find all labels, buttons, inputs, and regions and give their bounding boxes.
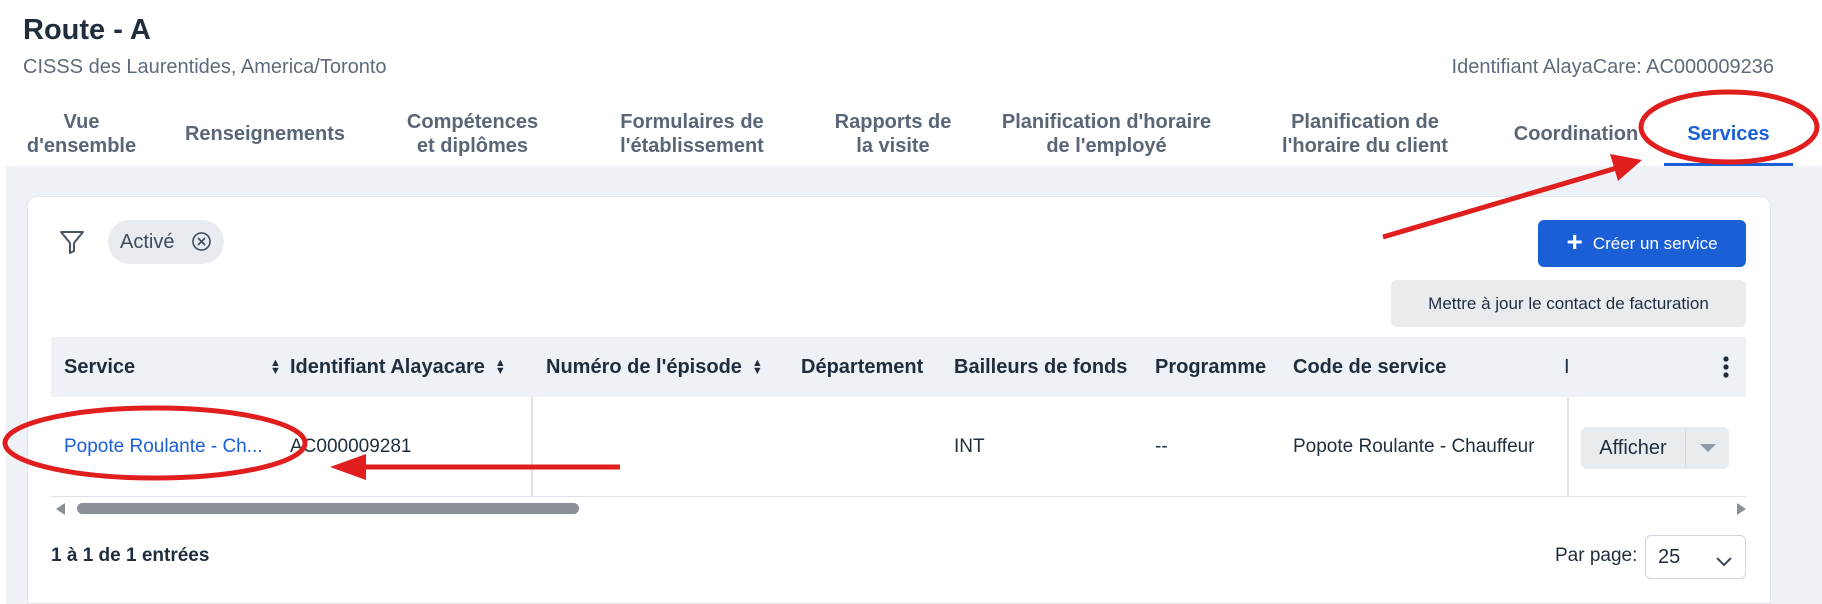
entries-count: 1 à 1 de 1 entrées [51,545,210,566]
per-page-value: 25 [1658,545,1681,568]
cell-code-service: Popote Roulante - Chauffeur [1293,436,1535,457]
tab-label: Formulaires de [620,111,764,133]
tab-bar: Vue d'ensemble Renseignements Compétences… [0,102,1822,166]
page-header: Route - A CISSS des Laurentides, America… [0,0,1822,168]
tab-planification-client[interactable]: Planification de l'horaire du client [1272,102,1458,166]
tab-label: d'ensemble [26,135,137,157]
column-header-label: Service [64,355,136,378]
create-service-label: Créer un service [1592,233,1718,253]
tab-label: l'horaire du client [1282,135,1448,157]
tab-competences[interactable]: Compétences et diplômes [385,102,560,166]
tab-overview[interactable]: Vue d'ensemble [14,102,149,166]
column-divider [531,397,533,497]
tab-label: Coordination [1513,123,1639,145]
update-billing-label: Mettre à jour le contact de facturation [1428,293,1709,313]
column-header-label: Identifiant Alayacare [290,355,485,378]
sort-icon[interactable]: ▲ ▼ [495,358,506,377]
tab-label: Renseignements [184,123,346,145]
horizontal-scrollbar[interactable] [51,498,1746,518]
column-header-identifiant[interactable]: Identifiant Alayacare ▲ ▼ [290,337,506,397]
alayacare-identifier: Identifiant AlayaCare: AC000009236 [1451,56,1774,78]
column-divider [1567,397,1569,497]
table-row: Popote Roulante - Ch... AC000009281 INT … [51,397,1746,497]
cell-identifiant: AC000009281 [290,436,412,457]
row-actions: Afficher [1581,427,1729,469]
column-header-label: Programme [1155,355,1267,378]
tab-label: l'établissement [620,135,764,157]
more-vertical-icon[interactable] [1722,355,1730,379]
tab-label: et diplômes [416,135,529,157]
tab-label: la visite [856,135,930,157]
cell-bailleurs: INT [954,436,985,457]
plus-icon: + [1566,226,1583,257]
sort-icon[interactable]: ▲ ▼ [270,358,281,377]
column-header-episode[interactable]: Numéro de l'épisode ▲ ▼ [546,337,763,397]
caret-down-icon[interactable] [1685,427,1729,469]
close-circle-icon[interactable] [191,231,212,252]
per-page-label: Par page: [1555,545,1638,566]
tab-label: Services [1687,123,1770,145]
page-subtitle: CISSS des Laurentides, America/Toronto [23,56,387,78]
sort-icon[interactable]: ▲ ▼ [752,358,763,377]
column-header-label: Code de service [1293,355,1447,378]
filter-icon[interactable] [58,228,86,256]
chevron-down-icon [1715,551,1733,574]
page-title: Route - A [23,14,151,46]
tab-label: Vue [63,111,100,133]
update-billing-contact-button[interactable]: Mettre à jour le contact de facturation [1391,280,1746,327]
scroll-left-arrow-icon[interactable] [56,503,65,515]
tab-label: Planification d'horaire [1001,111,1212,133]
tab-label: Compétences [406,111,539,133]
afficher-button[interactable]: Afficher [1581,427,1685,469]
tab-label: Rapports de [834,111,952,133]
tab-services[interactable]: Services [1664,102,1793,166]
column-header-bailleurs: Bailleurs de fonds [954,337,1127,397]
column-header-label: Bailleurs de fonds [954,355,1128,378]
column-header-truncated: I [1564,337,1570,397]
column-header-programme: Programme [1155,337,1266,397]
create-service-button[interactable]: + Créer un service [1538,220,1746,267]
scroll-thumb[interactable] [77,503,579,514]
column-header-label: Numéro de l'épisode [546,355,742,378]
service-link[interactable]: Popote Roulante - Ch... [64,397,263,497]
column-header-label: Département [801,355,924,378]
cell-programme: -- [1155,436,1168,457]
column-header-label: I [1564,355,1570,378]
table-header: Service ▲ ▼ Identifiant Alayacare ▲ ▼ Numé… [51,337,1746,397]
column-header-departement: Département [801,337,923,397]
chip-label: Activé [120,230,175,253]
scroll-right-arrow-icon[interactable] [1737,503,1746,515]
tab-formulaires[interactable]: Formulaires de l'établissement [606,102,778,166]
column-header-code: Code de service [1293,337,1446,397]
tab-label: Planification de [1291,111,1439,133]
column-header-service[interactable]: Service ▲ ▼ [64,337,281,397]
services-table: Service ▲ ▼ Identifiant Alayacare ▲ ▼ Numé… [51,337,1746,497]
tab-coordination[interactable]: Coordination [1508,102,1644,166]
tab-planification-employe[interactable]: Planification d'horaire de l'employé [990,102,1223,166]
tab-rapports[interactable]: Rapports de la visite [820,102,966,166]
filter-chip-active: Activé [108,220,224,264]
per-page-select[interactable]: 25 [1645,535,1746,579]
tab-label: de l'employé [1046,135,1167,157]
tab-renseignements[interactable]: Renseignements [172,102,358,166]
